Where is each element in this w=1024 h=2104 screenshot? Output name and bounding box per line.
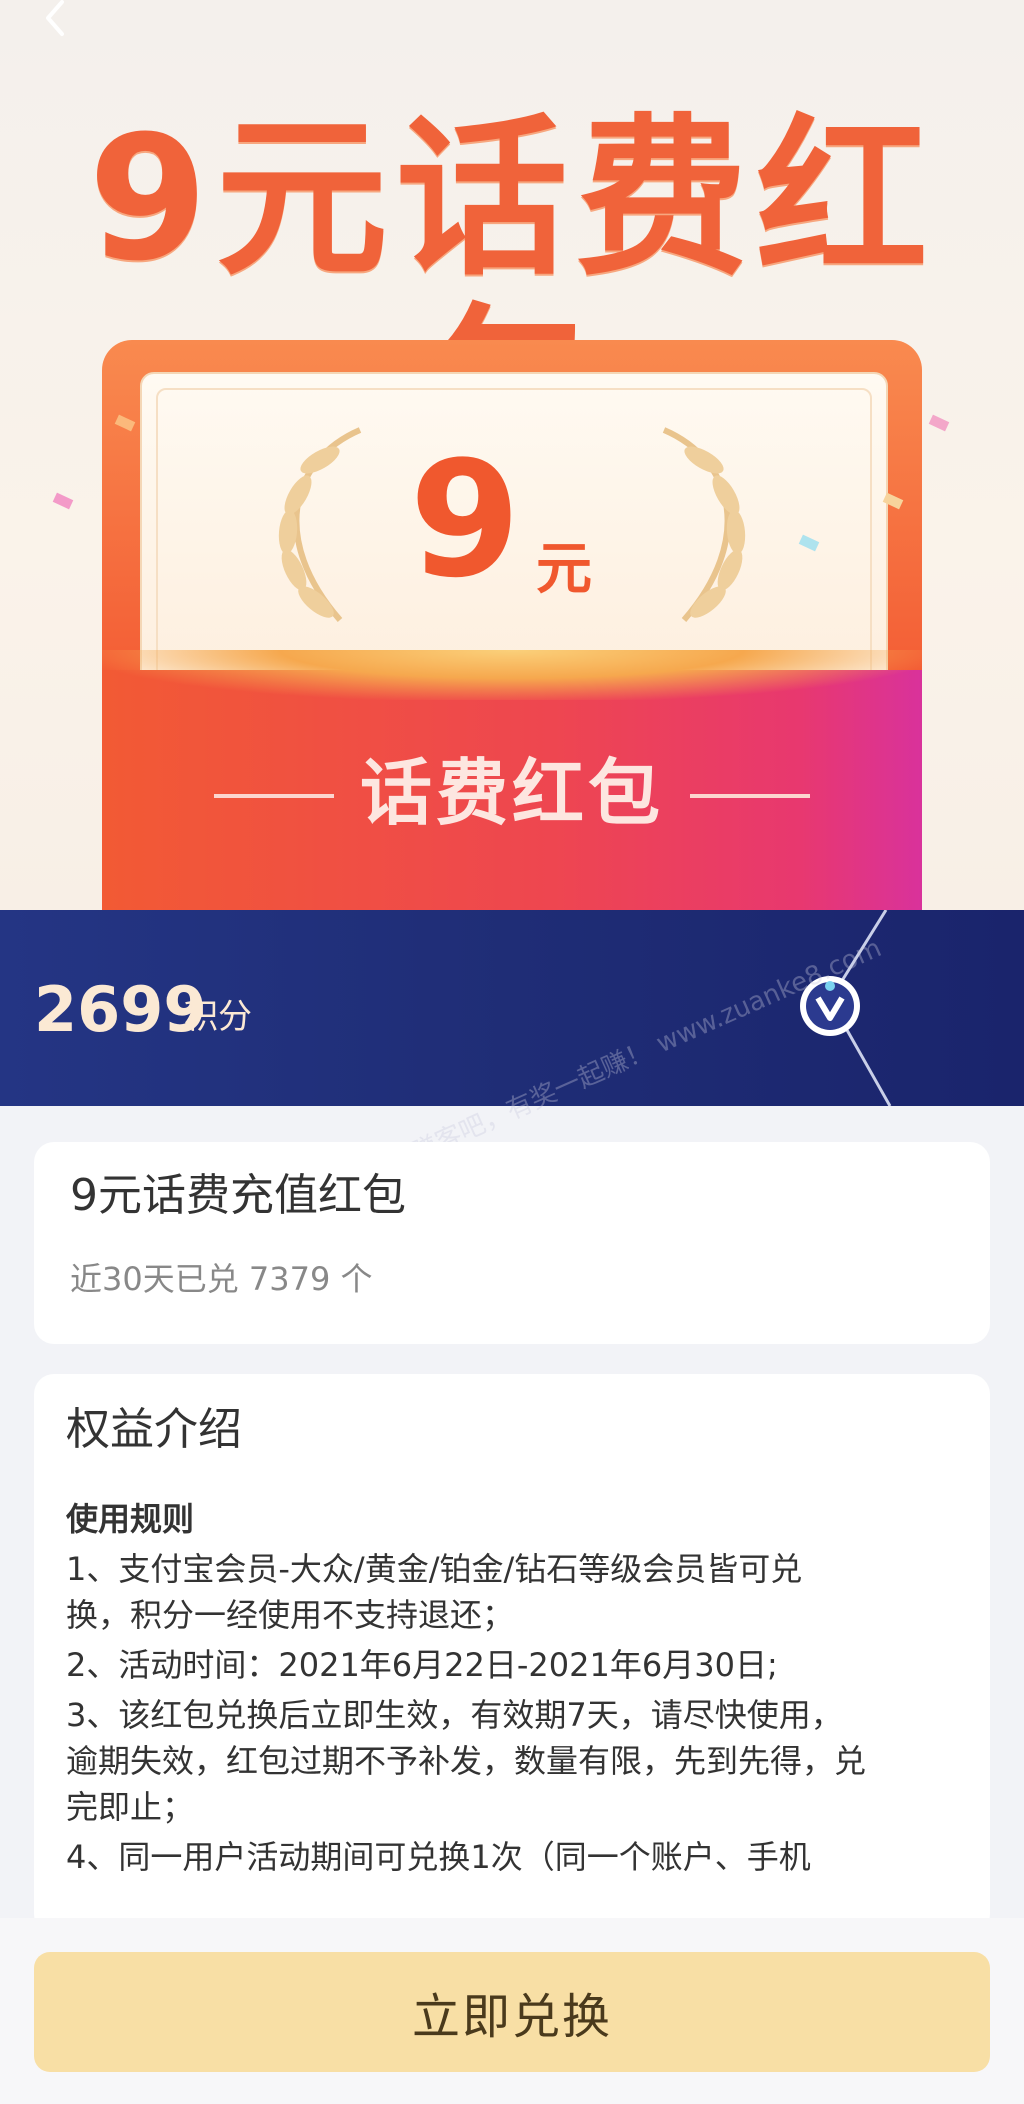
card-amount: 9 [409,426,521,613]
points-balance: 2699 [34,973,207,1046]
card-unit: 元 [536,537,592,602]
rule-line: 换，积分一经使用不支持退还； [66,1596,515,1634]
laurel-right-icon [662,427,746,622]
envelope-label: 话费红包 [359,751,664,835]
hero-banner: 9元话费红包 9 元 话费红包 [0,0,1024,910]
rule-line: 2、活动时间：2021年6月22日-2021年6月30日; [66,1646,778,1684]
product-card: 9元话费充值红包 近30天已兑 7379 个 [34,1142,990,1344]
rule-line: 3、该红包兑换后立即生效，有效期7天，请尽快使用， [66,1696,843,1734]
envelope-flap [102,650,922,700]
points-unit: 积分 [184,997,252,1037]
rule-line: 1、支付宝会员-大众/黄金/铂金/钻石等级会员皆可兑 [66,1550,803,1588]
section-title: 权益介绍 [66,1404,242,1455]
rule-line: 4、同一用户活动期间可兑换1次（同一个账户、手机 [66,1838,811,1876]
benefits-card: 权益介绍 使用规则 1、支付宝会员-大众/黄金/铂金/钻石等级会员皆可兑 换，积… [34,1374,990,1934]
rule-line: 逾期失效，红包过期不予补发，数量有限，先到先得，兑 [66,1742,867,1780]
redeemed-count: 近30天已兑 7379 个 [70,1260,373,1298]
confetti [52,492,74,510]
rules-heading: 使用规则 [66,1500,195,1538]
label-deco-line-right [690,794,810,798]
product-name: 9元话费充值红包 [70,1170,406,1221]
exchange-button[interactable]: 立即兑换 [34,1952,990,2072]
chevron-left-icon[interactable] [36,0,76,44]
laurel-left-icon [278,427,362,622]
rule-line: 完即止； [66,1788,195,1826]
